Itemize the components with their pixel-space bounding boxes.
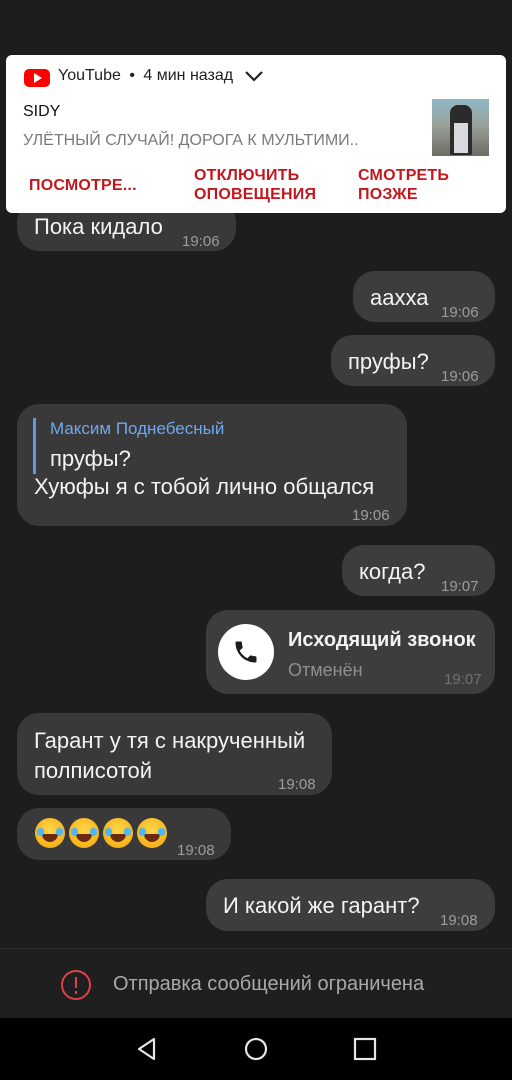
notification-separator: • (129, 67, 135, 84)
reply-quote[interactable]: Максим Поднебесный пруфы? (33, 418, 224, 474)
reply-text: пруфы? (50, 446, 131, 471)
notification-title: SIDY (23, 103, 61, 120)
message-text-line2: полписотой (34, 758, 153, 783)
message-text: пруфы? (348, 349, 429, 374)
alert-circle-icon (61, 970, 91, 1000)
thumbnail-figure-detail (454, 123, 468, 153)
message-time: 19:08 (278, 776, 316, 793)
rofl-emoji-icon (103, 818, 133, 848)
message-out[interactable]: И какой же гарант? 19:08 (206, 879, 495, 931)
recents-icon[interactable] (352, 1036, 378, 1062)
message-text: аахха (370, 285, 429, 310)
system-navigation-bar (0, 1018, 512, 1080)
message-in-emoji[interactable]: 19:08 (17, 808, 231, 860)
message-time: 19:06 (441, 304, 479, 321)
home-icon[interactable] (243, 1036, 269, 1062)
notification-header: YouTube • 4 мин назад (58, 67, 233, 85)
phone-icon (235, 641, 257, 663)
notification-app-name: YouTube (58, 67, 121, 84)
restriction-text: Отправка сообщений ограничена (113, 973, 425, 995)
back-icon[interactable] (134, 1036, 160, 1062)
emoji-row (35, 818, 167, 848)
message-time: 19:06 (182, 233, 220, 250)
reply-author: Максим Поднебесный (50, 419, 225, 438)
message-in-reply[interactable]: Максим Поднебесный пруфы? Хуюфы я с тобо… (17, 404, 407, 526)
message-time: 19:07 (441, 578, 479, 595)
chevron-down-icon[interactable] (244, 69, 264, 83)
rofl-emoji-icon (69, 818, 99, 848)
message-text: Пока кидало (34, 214, 163, 239)
watch-button[interactable]: ПОСМОТРЕ... (29, 176, 137, 195)
rofl-emoji-icon (35, 818, 65, 848)
message-out[interactable]: когда? 19:07 (342, 545, 495, 596)
message-time: 19:07 (444, 671, 482, 688)
message-out[interactable]: аахха 19:06 (353, 271, 495, 322)
rofl-emoji-icon (137, 818, 167, 848)
message-in[interactable]: Гарант у тя с накрученный полписотой 19:… (17, 713, 332, 795)
notification-actions: ПОСМОТРЕ... ОТКЛЮЧИТЬ ОПОВЕЩЕНИЯ СМОТРЕТ… (6, 163, 506, 209)
notification-text: УЛЁТНЫЙ СЛУЧАЙ! ДОРОГА К МУЛЬТИМИ.. (23, 132, 359, 149)
video-thumbnail (432, 99, 489, 156)
message-text: когда? (359, 559, 426, 584)
message-time: 19:08 (177, 842, 215, 859)
message-time: 19:06 (352, 507, 390, 524)
disable-notifications-button[interactable]: ОТКЛЮЧИТЬ ОПОВЕЩЕНИЯ (194, 166, 316, 204)
message-text-line1: Гарант у тя с накрученный (34, 728, 306, 753)
message-time: 19:06 (441, 368, 479, 385)
message-text: Хуюфы я с тобой лично общался (34, 474, 375, 499)
call-title: Исходящий звонок (288, 629, 476, 651)
youtube-notification[interactable]: YouTube • 4 мин назад SIDY УЛЁТНЫЙ СЛУЧА… (6, 55, 506, 213)
message-time: 19:08 (440, 912, 478, 929)
youtube-logo-icon (24, 69, 50, 87)
call-message[interactable]: Исходящий звонок Отменён 19:07 (206, 610, 495, 694)
call-button[interactable] (218, 624, 274, 680)
messaging-restricted-banner: Отправка сообщений ограничена (0, 948, 512, 1018)
call-status: Отменён (288, 660, 363, 680)
message-out[interactable]: пруфы? 19:06 (331, 335, 495, 386)
message-text: И какой же гарант? (223, 893, 420, 918)
watch-later-button[interactable]: СМОТРЕТЬ ПОЗЖЕ (358, 166, 449, 204)
notification-time: 4 мин назад (143, 67, 234, 84)
